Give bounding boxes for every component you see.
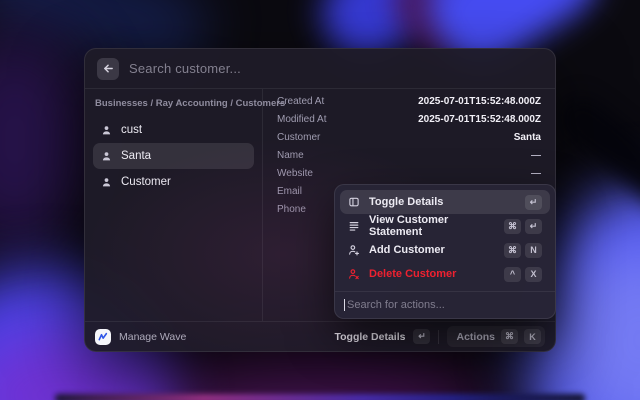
detail-row-website: Website — <box>277 164 541 182</box>
brand-name: Manage Wave <box>119 331 186 343</box>
list-item-santa[interactable]: Santa <box>93 143 254 169</box>
actions-search-input[interactable]: Search for actions... <box>335 291 555 318</box>
menu-item-label: Add Customer <box>369 244 445 256</box>
return-key-badge: ↵ <box>525 195 542 210</box>
search-input[interactable]: Search customer... <box>129 61 241 76</box>
detail-label: Email <box>277 186 302 197</box>
detail-value: 2025-07-01T15:52:48.000Z <box>418 96 541 107</box>
back-button[interactable] <box>97 58 119 80</box>
detail-label: Website <box>277 168 313 179</box>
menu-item-keys: ↵ <box>525 195 542 210</box>
return-key-badge: ↵ <box>413 329 430 344</box>
detail-value: — <box>531 150 541 161</box>
command-key-badge: ⌘ <box>501 329 518 344</box>
person-icon <box>101 177 112 188</box>
menu-item-keys: ⌘ ↵ <box>504 219 542 234</box>
detail-row-name: Name — <box>277 146 541 164</box>
detail-label: Name <box>277 150 304 161</box>
menu-item-label: View Customer Statement <box>369 214 495 238</box>
n-key-badge: N <box>525 243 542 258</box>
breadcrumb: Businesses / Ray Accounting / Customers <box>95 98 252 109</box>
actions-menu-items: Toggle Details ↵ View Customer Statement… <box>335 185 555 291</box>
user-plus-icon <box>348 244 360 256</box>
panel-left-icon <box>348 196 360 208</box>
arrow-left-icon <box>102 62 115 75</box>
control-key-badge: ^ <box>504 267 521 282</box>
menu-item-label: Delete Customer <box>369 268 456 280</box>
detail-label: Phone <box>277 204 306 215</box>
text-caret <box>344 299 345 311</box>
detail-row-created-at: Created At 2025-07-01T15:52:48.000Z <box>277 92 541 110</box>
menu-item-keys: ^ X <box>504 267 542 282</box>
footer-actions: Toggle Details ↵ Actions ⌘ K <box>335 326 546 347</box>
list-item-cust[interactable]: cust <box>93 117 254 143</box>
detail-label: Created At <box>277 96 324 107</box>
detail-row-modified-at: Modified At 2025-07-01T15:52:48.000Z <box>277 110 541 128</box>
detail-row-customer: Customer Santa <box>277 128 541 146</box>
footer-divider <box>438 330 439 344</box>
wave-logo-icon <box>95 329 111 345</box>
actions-label: Actions <box>456 331 495 343</box>
bg-gradient-strip <box>55 394 585 400</box>
footer-actions-button[interactable]: Actions ⌘ K <box>447 326 545 347</box>
customer-name: Customer <box>121 176 171 188</box>
detail-value: — <box>531 168 541 179</box>
detail-label: Customer <box>277 132 320 143</box>
detail-value: Santa <box>514 132 541 143</box>
bg-purple-blob <box>0 30 90 250</box>
footer-bar: Manage Wave Toggle Details ↵ Actions ⌘ K <box>85 321 555 351</box>
list-item-customer[interactable]: Customer <box>93 169 254 195</box>
detail-label: Modified At <box>277 114 326 125</box>
detail-value: 2025-07-01T15:52:48.000Z <box>418 114 541 125</box>
actions-search-placeholder: Search for actions... <box>347 299 445 311</box>
x-key-badge: X <box>525 267 542 282</box>
menu-item-toggle-details[interactable]: Toggle Details ↵ <box>340 190 550 214</box>
user-delete-icon <box>348 268 360 280</box>
customer-list-panel: Businesses / Ray Accounting / Customers … <box>85 89 263 321</box>
customer-name: cust <box>121 124 142 136</box>
person-icon <box>101 151 112 162</box>
footer-toggle-details-button[interactable]: Toggle Details <box>335 331 406 343</box>
menu-item-delete-customer[interactable]: Delete Customer ^ X <box>340 262 550 286</box>
menu-item-view-customer-statement[interactable]: View Customer Statement ⌘ ↵ <box>340 214 550 238</box>
command-key-badge: ⌘ <box>504 219 521 234</box>
menu-item-keys: ⌘ N <box>504 243 542 258</box>
return-key-badge: ↵ <box>525 219 542 234</box>
k-key-badge: K <box>524 329 541 344</box>
menu-item-label: Toggle Details <box>369 196 443 208</box>
command-key-badge: ⌘ <box>504 243 521 258</box>
actions-menu: Toggle Details ↵ View Customer Statement… <box>334 184 556 319</box>
search-bar: Search customer... <box>85 49 555 89</box>
person-icon <box>101 125 112 136</box>
menu-item-add-customer[interactable]: Add Customer ⌘ N <box>340 238 550 262</box>
statement-lines-icon <box>348 220 360 232</box>
customer-name: Santa <box>121 150 151 162</box>
screen: Search customer... Businesses / Ray Acco… <box>0 0 640 400</box>
